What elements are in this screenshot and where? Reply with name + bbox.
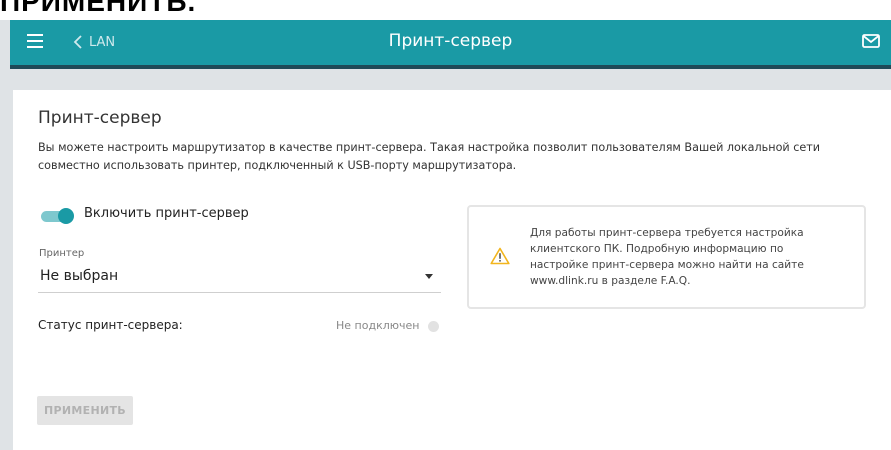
status-indicator [428, 321, 439, 332]
caret-down-icon [425, 274, 433, 279]
mail-icon[interactable] [862, 33, 880, 53]
info-text: Для работы принт-сервера требуется настр… [530, 227, 804, 287]
status-value: Не подключен [336, 319, 420, 332]
enable-print-server-toggle[interactable] [41, 208, 74, 224]
header-title: Принт-сервер [388, 31, 513, 51]
page-title: Принт-сервер [38, 108, 162, 128]
app-header: LAN Принт-сервер [10, 20, 891, 65]
page-description: Вы можете настроить маршрутизатор в каче… [38, 141, 821, 172]
printer-label: Принтер [39, 248, 85, 259]
info-box: Для работы принт-сервера требуется настр… [467, 205, 866, 309]
toggle-knob [58, 208, 74, 224]
header-shadow [10, 65, 891, 69]
apply-button[interactable]: ПРИМЕНИТЬ [37, 396, 133, 425]
warning-icon [490, 247, 510, 269]
toggle-label: Включить принт-сервер [84, 206, 249, 221]
top-strip-text: ПРИМЕНИТЬ. [0, 0, 197, 17]
top-strip: ПРИМЕНИТЬ. [0, 0, 891, 20]
printer-select[interactable]: Не выбран [38, 262, 441, 293]
status-label: Статус принт-сервера: [38, 318, 183, 332]
printer-selected-value: Не выбран [40, 268, 119, 284]
